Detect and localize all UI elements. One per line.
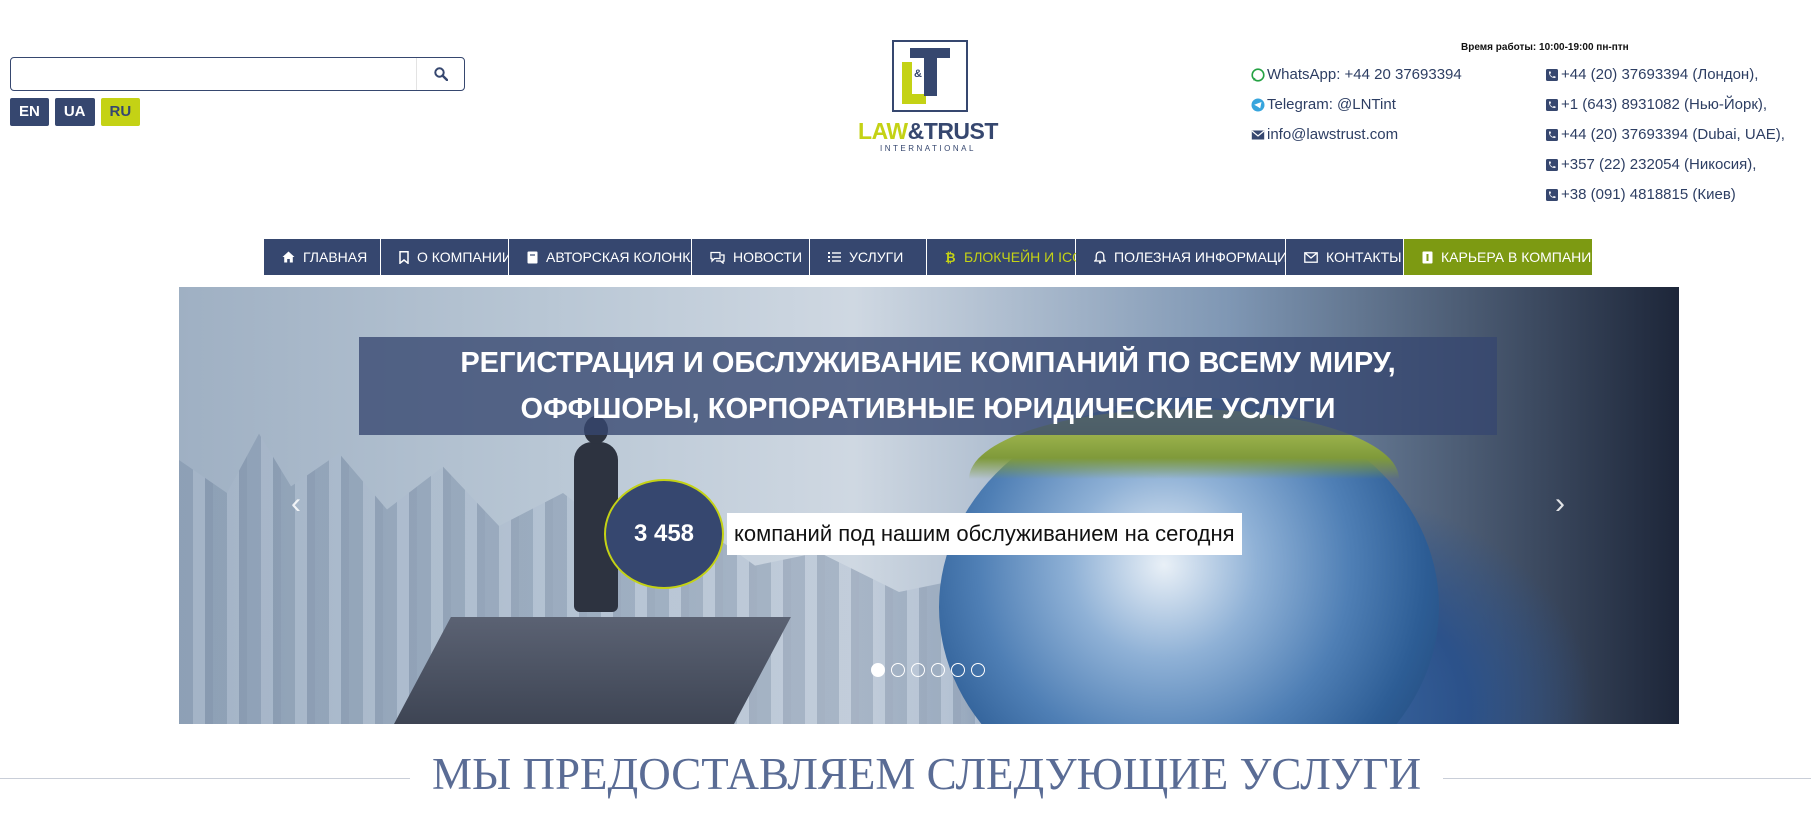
phone-icon bbox=[1546, 128, 1558, 141]
main-nav: ГЛАВНАЯ О КОМПАНИИ АВТОРСКАЯ КОЛОНКА НОВ… bbox=[264, 239, 1601, 275]
hero-slider: РЕГИСТРАЦИЯ И ОБСЛУЖИВАНИЕ КОМПАНИЙ ПО В… bbox=[179, 287, 1679, 724]
cliff-illustration bbox=[387, 617, 791, 724]
services-section-title: МЫ ПРЕДОСТАВЛЯЕМ СЛЕДУЮЩИЕ УСЛУГИ bbox=[410, 748, 1444, 800]
nav-item-career[interactable]: КАРЬЕРА В КОМПАНИИ bbox=[1404, 239, 1601, 275]
envelope-icon bbox=[1251, 130, 1265, 139]
bell-icon bbox=[1094, 250, 1106, 264]
phone-icon bbox=[1546, 68, 1558, 81]
search-input[interactable] bbox=[17, 62, 417, 86]
badge-icon bbox=[1422, 251, 1433, 263]
lang-ua-button[interactable]: UA bbox=[54, 98, 95, 126]
phone-dubai[interactable]: +44 (20) 37693394 (Dubai, UAE), bbox=[1545, 126, 1785, 143]
nav-item-blockchain[interactable]: ₿ БЛОКЧЕЙН И ICO bbox=[927, 239, 1083, 275]
whatsapp-icon bbox=[1251, 67, 1265, 82]
lang-ru-button[interactable]: RU bbox=[100, 98, 141, 126]
nav-item-about[interactable]: О КОМПАНИИ bbox=[381, 239, 512, 275]
slider-dot-4[interactable] bbox=[931, 663, 945, 677]
nav-item-author-column[interactable]: АВТОРСКАЯ КОЛОНКА bbox=[509, 239, 700, 275]
list-icon bbox=[828, 252, 841, 262]
book-icon bbox=[527, 251, 538, 263]
nav-item-services[interactable]: УСЛУГИ bbox=[810, 239, 927, 275]
home-icon bbox=[282, 251, 295, 263]
bitcoin-icon: ₿ bbox=[945, 251, 956, 264]
slider-dot-3[interactable] bbox=[911, 663, 925, 677]
phone-kyiv[interactable]: +38 (091) 4818815 (Киев) bbox=[1545, 186, 1736, 203]
lang-en-button[interactable]: EN bbox=[10, 98, 49, 126]
language-switcher: EN UA RU bbox=[10, 98, 141, 126]
slider-dot-1[interactable] bbox=[871, 663, 885, 677]
phone-icon bbox=[1546, 98, 1558, 111]
slider-dot-6[interactable] bbox=[971, 663, 985, 677]
logo-ampersand: & bbox=[914, 68, 922, 80]
phone-icon bbox=[1546, 158, 1558, 171]
nav-item-home[interactable]: ГЛАВНАЯ bbox=[264, 239, 381, 275]
slider-dots bbox=[871, 663, 985, 677]
svg-text:₿: ₿ bbox=[945, 251, 956, 264]
nav-item-news[interactable]: НОВОСТИ bbox=[692, 239, 810, 275]
slider-prev-arrow[interactable]: ‹ bbox=[281, 487, 311, 527]
site-logo[interactable]: & LAW&TRUST INTERNATIONAL bbox=[858, 38, 998, 158]
slider-dot-5[interactable] bbox=[951, 663, 965, 677]
phone-nicosia[interactable]: +357 (22) 232054 (Никосия), bbox=[1545, 156, 1756, 173]
company-counter: 3 458 bbox=[604, 479, 724, 589]
nav-item-contacts[interactable]: КОНТАКТЫ bbox=[1286, 239, 1404, 275]
chat-icon bbox=[710, 251, 725, 264]
company-counter-label: компаний под нашим обслуживанием на сего… bbox=[727, 513, 1242, 555]
slider-next-arrow[interactable]: › bbox=[1545, 487, 1575, 527]
whatsapp-link[interactable]: WhatsApp: +44 20 37693394 bbox=[1251, 66, 1462, 83]
working-hours: Время работы: 10:00-19:00 пн-птн bbox=[1461, 42, 1629, 53]
phone-new-york[interactable]: +1 (643) 8931082 (Нью-Йорк), bbox=[1545, 96, 1767, 113]
search-button[interactable] bbox=[416, 58, 464, 90]
search-box bbox=[10, 57, 465, 91]
nav-item-useful-info[interactable]: ПОЛЕЗНАЯ ИНФОРМАЦИЯ bbox=[1076, 239, 1297, 275]
logo-subtitle: INTERNATIONAL bbox=[880, 144, 976, 153]
telegram-link[interactable]: Telegram: @LNTint bbox=[1251, 96, 1396, 113]
slider-dot-2[interactable] bbox=[891, 663, 905, 677]
email-link[interactable]: info@lawstrust.com bbox=[1251, 126, 1398, 143]
telegram-icon bbox=[1251, 98, 1265, 111]
search-icon bbox=[433, 67, 448, 81]
bookmark-icon bbox=[399, 250, 409, 264]
phone-london[interactable]: +44 (20) 37693394 (Лондон), bbox=[1545, 66, 1758, 83]
slider-headline: РЕГИСТРАЦИЯ И ОБСЛУЖИВАНИЕ КОМПАНИЙ ПО В… bbox=[359, 337, 1497, 435]
logo-wordmark: LAW&TRUST bbox=[858, 118, 998, 144]
envelope-icon bbox=[1304, 251, 1318, 263]
phone-icon bbox=[1546, 188, 1558, 201]
